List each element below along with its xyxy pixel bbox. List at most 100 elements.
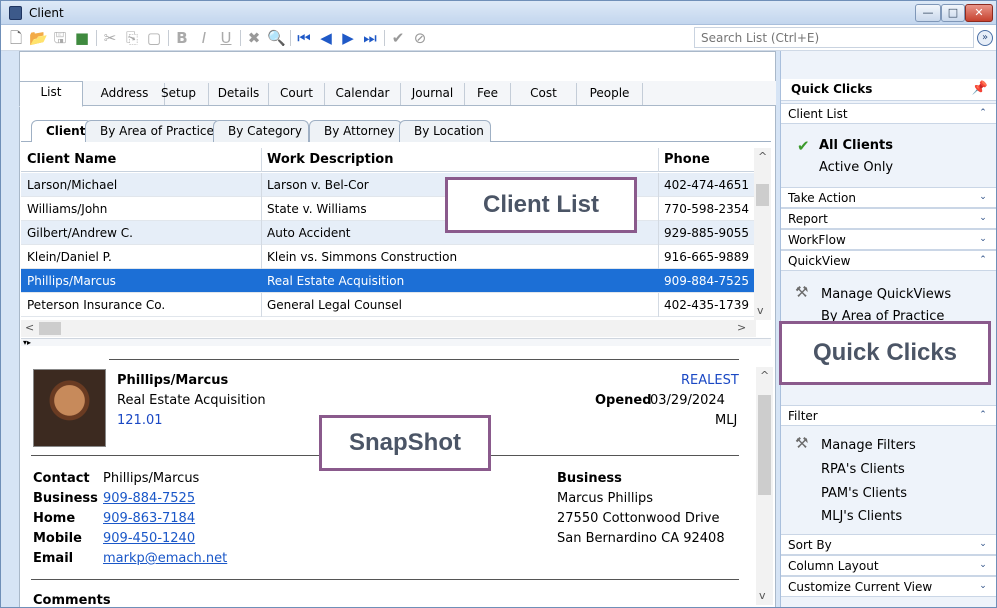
scroll-up-icon[interactable]: ^: [758, 150, 767, 163]
section-workflow[interactable]: WorkFlow ⌄: [781, 229, 996, 250]
cell-phone: 402-435-1739: [664, 298, 750, 312]
last-record-icon[interactable]: ⏭: [361, 29, 379, 47]
grid-horizontal-scrollbar[interactable]: < >: [21, 320, 756, 337]
quick-click-active-only[interactable]: Active Only: [819, 160, 893, 175]
tab-list[interactable]: List: [19, 81, 83, 107]
tab-court[interactable]: Court: [269, 83, 325, 105]
section-sort-by[interactable]: Sort By ⌄: [781, 534, 996, 555]
table-row-selected[interactable]: Phillips/Marcus Real Estate Acquisition …: [21, 269, 756, 293]
tab-people[interactable]: People: [577, 83, 643, 105]
section-label: Sort By: [788, 538, 832, 552]
business-phone-label: Business: [33, 491, 98, 506]
chevron-up-icon[interactable]: ⌃: [976, 106, 990, 120]
maximize-button[interactable]: □: [941, 4, 965, 22]
tab-fee[interactable]: Fee: [465, 83, 511, 105]
table-row[interactable]: Peterson Insurance Co. General Legal Cou…: [21, 293, 756, 317]
bold-icon[interactable]: B: [173, 29, 191, 47]
grid-vertical-scrollbar[interactable]: ^ v: [754, 148, 771, 320]
home-phone-link[interactable]: 909-863-7184: [103, 511, 195, 526]
quick-click-manage-filters[interactable]: Manage Filters: [821, 438, 916, 453]
section-client-list[interactable]: Client List ⌃: [781, 103, 996, 124]
scroll-left-icon[interactable]: <: [25, 321, 34, 334]
scroll-down-icon[interactable]: v: [759, 589, 766, 602]
cancel-icon[interactable]: ⊘: [411, 29, 429, 47]
section-take-action[interactable]: Take Action ⌄: [781, 187, 996, 208]
previous-record-icon[interactable]: ◀: [317, 29, 335, 47]
chevron-up-icon[interactable]: ⌃: [976, 253, 990, 267]
chevron-down-icon[interactable]: ⌄: [976, 537, 990, 551]
scroll-thumb[interactable]: [39, 322, 61, 335]
paste-icon[interactable]: ▢: [145, 29, 163, 47]
section-customize-current-view[interactable]: Customize Current View ⌄: [781, 576, 996, 597]
mobile-phone-link[interactable]: 909-450-1240: [103, 531, 195, 546]
save-close-icon[interactable]: ■: [73, 29, 91, 47]
table-row[interactable]: Larson/Michael Larson v. Bel-Cor 402-474…: [21, 173, 756, 197]
quick-click-mlj-clients[interactable]: MLJ's Clients: [821, 509, 902, 524]
business-phone-link[interactable]: 909-884-7525: [103, 491, 195, 506]
chevron-down-icon[interactable]: ⌄: [976, 190, 990, 204]
subtab-by-location[interactable]: By Location: [399, 120, 491, 142]
table-row[interactable]: Williams/John State v. Williams 770-598-…: [21, 197, 756, 221]
chevron-down-icon[interactable]: ⌄: [976, 558, 990, 572]
tab-calendar[interactable]: Calendar: [325, 83, 401, 105]
cut-icon[interactable]: ✂: [101, 29, 119, 47]
tab-cost[interactable]: Cost: [511, 83, 577, 105]
first-record-icon[interactable]: ⏮: [295, 29, 313, 47]
section-filter[interactable]: Filter ⌃: [781, 405, 996, 426]
cell-phone: 770-598-2354: [664, 202, 750, 216]
callout-client-list: Client List: [445, 177, 637, 233]
subtab-by-attorney[interactable]: By Attorney: [309, 120, 402, 142]
chevron-down-icon[interactable]: ⌄: [976, 579, 990, 593]
scroll-thumb[interactable]: [758, 395, 771, 495]
subtab-by-category[interactable]: By Category: [213, 120, 309, 142]
copy-icon[interactable]: ⎘: [123, 29, 141, 47]
quick-click-pam-clients[interactable]: PAM's Clients: [821, 486, 907, 501]
tab-details[interactable]: Details: [209, 83, 269, 105]
column-header-work-description[interactable]: Work Description: [267, 152, 393, 167]
save-icon[interactable]: 🖫: [51, 29, 69, 47]
new-document-icon[interactable]: 🗋: [7, 29, 25, 47]
chevron-down-icon[interactable]: ⌄: [976, 232, 990, 246]
window-title: Client: [29, 6, 64, 20]
open-folder-icon[interactable]: 📂: [29, 29, 48, 47]
scroll-down-icon[interactable]: v: [757, 304, 764, 317]
chevron-down-icon[interactable]: »: [977, 30, 993, 46]
chevron-down-icon[interactable]: ⌄: [976, 211, 990, 225]
close-button[interactable]: ✕: [965, 4, 993, 22]
pin-icon[interactable]: 📌: [972, 81, 988, 96]
section-column-layout[interactable]: Column Layout ⌄: [781, 555, 996, 576]
section-quickview[interactable]: QuickView ⌃: [781, 250, 996, 271]
italic-icon[interactable]: I: [195, 29, 213, 47]
snapshot-client-number: 121.01: [117, 413, 163, 428]
checkmark-icon: ✔: [797, 137, 810, 155]
quick-click-manage-quickviews[interactable]: Manage QuickViews: [821, 287, 951, 302]
next-record-icon[interactable]: ▶: [339, 29, 357, 47]
scroll-thumb[interactable]: [756, 184, 769, 206]
snapshot-vertical-scrollbar[interactable]: ^ v: [756, 367, 773, 605]
tab-journal[interactable]: Journal: [401, 83, 465, 105]
checkmark-icon[interactable]: ✔: [389, 29, 407, 47]
column-header-phone[interactable]: Phone: [664, 152, 710, 167]
pane-splitter[interactable]: ▾▸: [21, 338, 771, 347]
table-row[interactable]: Klein/Daniel P. Klein vs. Simmons Constr…: [21, 245, 756, 269]
cell-client-name: Klein/Daniel P.: [27, 250, 112, 264]
quick-click-by-area-of-practice[interactable]: By Area of Practice: [821, 309, 944, 321]
search-input[interactable]: [694, 27, 974, 48]
splitter-grip-icon[interactable]: ▾▸: [23, 339, 37, 347]
subtab-by-area-of-practice[interactable]: By Area of Practice: [85, 120, 221, 142]
underline-icon[interactable]: U: [217, 29, 235, 47]
table-row[interactable]: Gilbert/Andrew C. Auto Accident 929-885-…: [21, 221, 756, 245]
minimize-button[interactable]: —: [915, 4, 941, 22]
tab-setup[interactable]: Setup: [149, 83, 209, 105]
scroll-up-icon[interactable]: ^: [760, 369, 769, 382]
subtab-client[interactable]: Client: [31, 120, 93, 142]
scroll-right-icon[interactable]: >: [737, 321, 746, 334]
column-header-client-name[interactable]: Client Name: [27, 152, 116, 167]
quick-click-rpa-clients[interactable]: RPA's Clients: [821, 462, 905, 477]
find-icon[interactable]: 🔍: [267, 29, 286, 47]
chevron-up-icon[interactable]: ⌃: [976, 408, 990, 422]
email-link[interactable]: markp@emach.net: [103, 551, 227, 566]
section-report[interactable]: Report ⌄: [781, 208, 996, 229]
delete-icon[interactable]: ✖: [245, 29, 263, 47]
quick-click-all-clients[interactable]: All Clients: [819, 138, 893, 153]
